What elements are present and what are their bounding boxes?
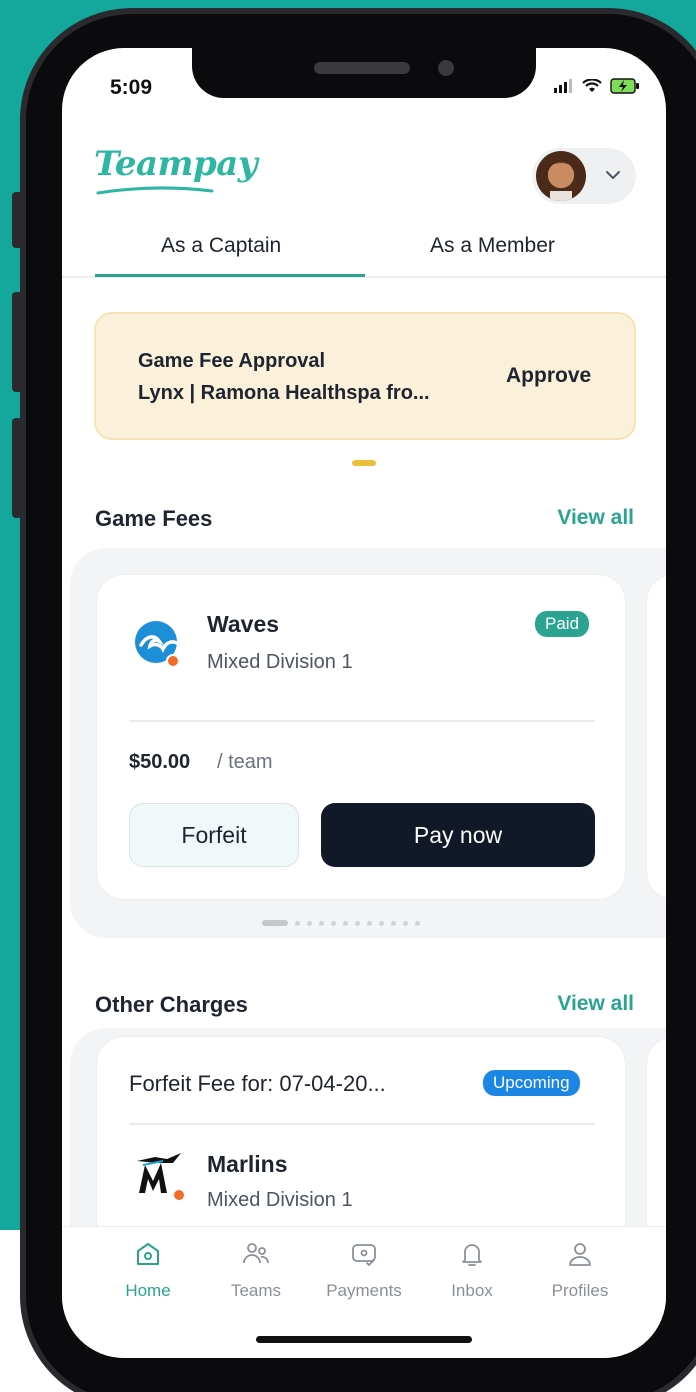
status-time: 5:09 bbox=[110, 76, 153, 99]
approval-subtitle: Lynx | Ramona Healthspa fro... bbox=[138, 382, 430, 404]
nav-label: Profiles bbox=[551, 1281, 609, 1300]
home-indicator[interactable] bbox=[256, 1336, 472, 1343]
page-dot[interactable] bbox=[295, 920, 300, 926]
logo-swoosh-decoration bbox=[96, 186, 214, 195]
nav-teams[interactable]: Teams bbox=[206, 1239, 306, 1301]
nav-label: Inbox bbox=[451, 1281, 493, 1300]
battery-charging-icon bbox=[610, 78, 639, 94]
speaker-grille bbox=[314, 62, 410, 74]
role-tabs: As a Captain As a Member bbox=[62, 228, 666, 278]
approve-button[interactable]: Approve bbox=[506, 364, 591, 388]
forfeit-button[interactable]: Forfeit bbox=[129, 803, 299, 867]
avatar-portrait-icon bbox=[545, 162, 576, 201]
game-fee-card[interactable]: Waves Mixed Division 1 Paid $50.00 / tea… bbox=[96, 574, 626, 900]
page-dot[interactable] bbox=[319, 920, 324, 926]
waves-team-logo-icon bbox=[135, 621, 180, 668]
profile-icon bbox=[569, 1243, 591, 1266]
nav-profiles[interactable]: Profiles bbox=[530, 1239, 630, 1301]
fee-unit: / team bbox=[217, 751, 273, 773]
game-fees-view-all-link[interactable]: View all bbox=[557, 506, 634, 530]
team-name: Waves bbox=[207, 611, 280, 637]
teampay-logo[interactable]: Teampay bbox=[94, 144, 258, 184]
paid-status-badge: Paid bbox=[535, 611, 590, 637]
page-dot[interactable] bbox=[403, 920, 408, 926]
page-dot[interactable] bbox=[331, 920, 336, 926]
front-camera bbox=[438, 60, 454, 76]
other-charges-heading: Other Charges bbox=[95, 992, 248, 1017]
approval-title: Game Fee Approval bbox=[138, 350, 326, 372]
wifi-icon bbox=[582, 79, 602, 92]
nav-home[interactable]: Home bbox=[98, 1239, 198, 1301]
status-icons bbox=[554, 78, 640, 94]
team-division: Mixed Division 1 bbox=[207, 651, 353, 673]
card-divider bbox=[129, 1123, 595, 1125]
game-fee-approval-banner[interactable]: Game Fee Approval Lynx | Ramona Healthsp… bbox=[94, 312, 636, 440]
next-fee-card-peek[interactable] bbox=[646, 574, 666, 900]
tab-as-captain[interactable]: As a Captain bbox=[161, 234, 281, 258]
nav-label: Home bbox=[125, 1281, 171, 1300]
notch bbox=[192, 48, 536, 98]
charge-title: Forfeit Fee for: 07-04-20... bbox=[129, 1071, 386, 1096]
page-dot-active[interactable] bbox=[262, 920, 288, 926]
carousel-pagination bbox=[262, 920, 420, 926]
profile-switcher[interactable] bbox=[532, 148, 636, 204]
team-name: Marlins bbox=[207, 1151, 288, 1177]
avatar bbox=[536, 151, 586, 201]
nav-inbox[interactable]: Inbox bbox=[422, 1239, 522, 1301]
game-fees-heading: Game Fees bbox=[95, 506, 213, 531]
other-charges-view-all-link[interactable]: View all bbox=[557, 992, 634, 1016]
pay-now-button[interactable]: Pay now bbox=[321, 803, 595, 867]
nav-label: Teams bbox=[230, 1281, 282, 1300]
upcoming-status-badge: Upcoming bbox=[483, 1070, 580, 1096]
nav-payments[interactable]: Payments bbox=[314, 1239, 414, 1301]
bell-icon bbox=[462, 1244, 482, 1266]
team-division: Mixed Division 1 bbox=[207, 1189, 353, 1211]
page-dot[interactable] bbox=[355, 920, 360, 926]
page-dot[interactable] bbox=[343, 920, 348, 926]
page-dot[interactable] bbox=[391, 920, 396, 926]
home-icon bbox=[137, 1243, 159, 1265]
nav-label: Payments bbox=[326, 1281, 402, 1300]
active-tab-indicator bbox=[95, 274, 365, 277]
signal-icon bbox=[554, 79, 572, 93]
teams-icon bbox=[243, 1243, 269, 1264]
tab-as-member[interactable]: As a Member bbox=[430, 234, 555, 258]
banner-page-indicator bbox=[352, 460, 376, 466]
page-dot[interactable] bbox=[307, 920, 312, 926]
page-dot[interactable] bbox=[367, 920, 372, 926]
chevron-down-icon bbox=[606, 171, 620, 179]
marlins-team-logo-icon bbox=[137, 1153, 186, 1202]
page-dot[interactable] bbox=[379, 920, 384, 926]
screenshot-canvas: 5:09 Teampay As a Captain As a Member Ga… bbox=[0, 0, 696, 1392]
page-dot[interactable] bbox=[415, 920, 420, 926]
payments-icon bbox=[352, 1244, 376, 1267]
fee-amount: $50.00 bbox=[129, 751, 191, 773]
app-screen: 5:09 Teampay As a Captain As a Member Ga… bbox=[62, 48, 666, 1358]
card-divider bbox=[129, 720, 595, 722]
